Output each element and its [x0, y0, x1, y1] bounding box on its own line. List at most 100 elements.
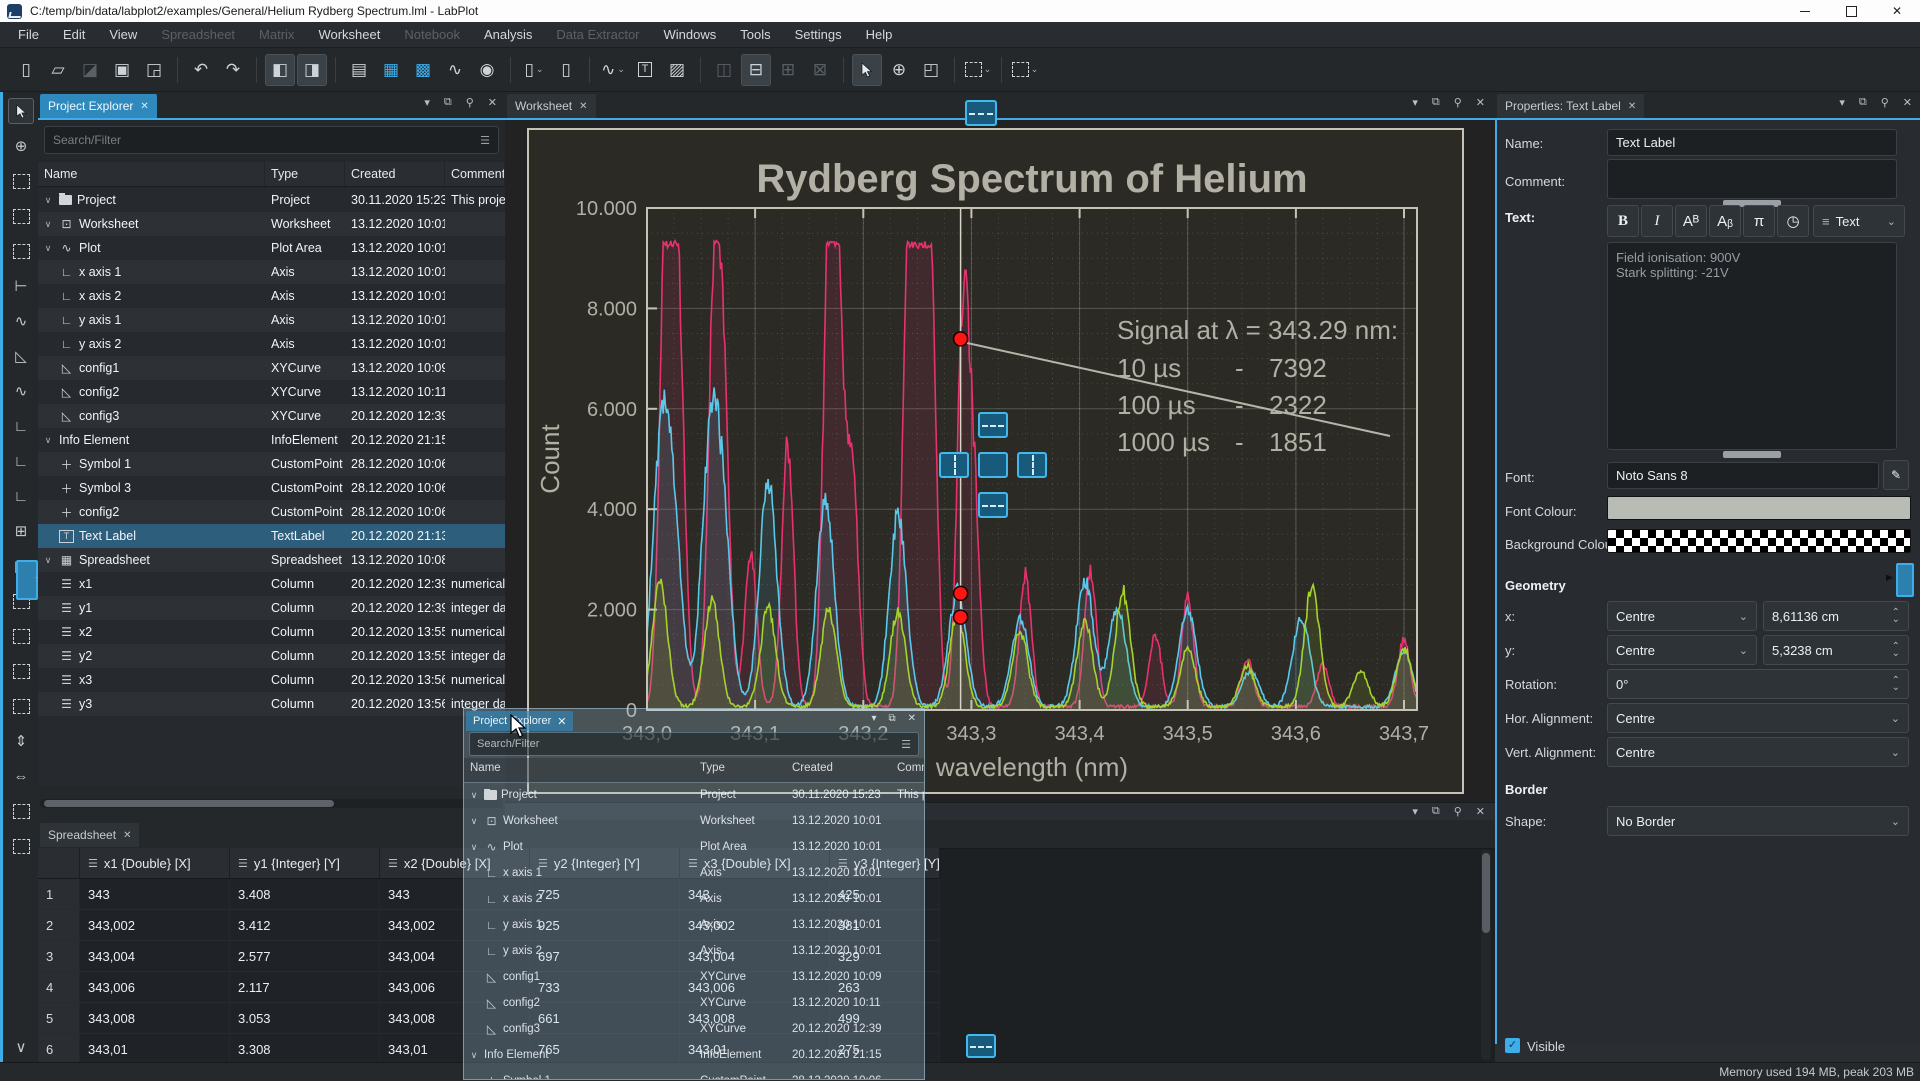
page-handle-top[interactable] [965, 100, 997, 126]
shift-v-icon[interactable]: ⇕ [8, 728, 34, 754]
new-matrix-icon[interactable]: ▩ [408, 54, 438, 86]
tree-row-x-axis-2[interactable]: ∟x axis 2Axis13.12.2020 10:01 [464, 886, 924, 912]
background-colour-swatch[interactable] [1607, 529, 1911, 553]
new-worksheet-icon[interactable]: ▤ [344, 54, 374, 86]
tree-row-plot[interactable]: ∨∿PlotPlot Area13.12.2020 10:01 [464, 834, 924, 860]
fourier-icon[interactable]: ∿ [8, 378, 34, 404]
new-notebook-icon[interactable]: ▯ [551, 54, 581, 86]
curve-fit-icon[interactable]: ◺ [8, 343, 34, 369]
collapse-arrow-icon[interactable]: ▶ [1886, 572, 1893, 583]
cell[interactable]: 2.577 [230, 941, 380, 971]
column-header-created[interactable]: Created [786, 758, 891, 782]
row-number[interactable]: 4 [38, 972, 80, 1002]
selection-handle-top[interactable] [978, 412, 1008, 438]
row-number[interactable]: 6 [38, 1034, 80, 1064]
row-number[interactable]: 5 [38, 1003, 80, 1033]
tree-row-config3[interactable]: ◺config3XYCurve20.12.2020 12:39 [38, 404, 505, 428]
open-project-icon[interactable]: ▱ [43, 54, 73, 86]
horizontal-layout-icon[interactable]: ⊟ [741, 54, 771, 86]
expander-icon[interactable]: ∨ [468, 816, 480, 827]
tree-row-config2[interactable]: ◺config2XYCurve13.12.2020 10:11 [464, 990, 924, 1016]
rotation-spinbox[interactable]: 0° [1607, 669, 1909, 699]
tree-row-symbol-3[interactable]: ＋Symbol 3CustomPoint28.12.2020 10:06 [38, 476, 505, 500]
tree-row-worksheet[interactable]: ∨⊡WorksheetWorksheet13.12.2020 10:01 [38, 212, 505, 236]
menu-view[interactable]: View [97, 22, 149, 47]
cell[interactable]: 3.308 [230, 1034, 380, 1064]
y-offset-spinbox[interactable]: 5,3238 cm [1763, 635, 1909, 665]
x-position-combo[interactable]: Centre [1607, 601, 1757, 631]
zoom-selection-dropdown-icon[interactable]: ⌄ [1031, 64, 1039, 75]
axis-tool-icon[interactable]: ⊢ [8, 273, 34, 299]
add-text-label-icon[interactable]: T [630, 54, 660, 86]
expander-icon[interactable]: ∨ [468, 1050, 480, 1061]
column-header-comment[interactable]: Comment [445, 162, 505, 186]
export-icon[interactable]: ▯⌄ [519, 54, 549, 86]
toggle-properties-icon[interactable]: ◨ [297, 54, 327, 86]
menu-settings[interactable]: Settings [783, 22, 854, 47]
column-header-commen[interactable]: Commen [891, 758, 924, 782]
selection-handle-right[interactable] [1017, 452, 1047, 478]
float-icon[interactable]: ⧉ [888, 713, 895, 724]
new-project-icon[interactable]: ▯ [11, 54, 41, 86]
zoom-x-select-icon[interactable] [8, 203, 34, 229]
comment-field[interactable] [1607, 159, 1897, 199]
cartesian-selection-icon[interactable]: ⌄ [963, 54, 993, 86]
tree-row-y-axis-2[interactable]: ∟y axis 2Axis13.12.2020 10:01 [38, 332, 505, 356]
float-menu-icon[interactable]: ▾ [871, 713, 876, 724]
sheet-column-header[interactable]: ☰y1 {Integer} [Y] [230, 848, 380, 878]
axis-l2-icon[interactable]: ∟ [8, 448, 34, 474]
float-menu-icon[interactable]: ▾ [1412, 805, 1418, 818]
tab-properties-text-label[interactable]: Properties: Text Label✕ [1497, 94, 1644, 118]
border-shape-combo[interactable]: No Border [1607, 806, 1909, 836]
new-spreadsheet-icon[interactable]: ▦ [376, 54, 406, 86]
close-icon[interactable]: ✕ [1476, 96, 1485, 109]
pin-icon[interactable]: ⚲ [1454, 96, 1462, 109]
tree-row-project[interactable]: ∨ProjectProject30.11.2020 15:23This proj… [464, 782, 924, 808]
region-3-icon[interactable] [8, 658, 34, 684]
tree-row-x-axis-1[interactable]: ∟x axis 1Axis13.12.2020 10:01 [38, 260, 505, 284]
cell[interactable]: 3.408 [230, 879, 380, 909]
cell[interactable]: 343 [80, 879, 230, 909]
tree-row-x1[interactable]: ☰x1Column20.12.2020 12:39numerical [38, 572, 505, 596]
pin-icon[interactable]: ⚲ [1881, 96, 1889, 109]
column-header-name[interactable]: Name [464, 758, 694, 782]
cell[interactable]: 343,01 [80, 1034, 230, 1064]
column-header-created[interactable]: Created [345, 162, 445, 186]
more-tools-icon[interactable]: ∨ [8, 1034, 34, 1060]
tree-row-x-axis-1[interactable]: ∟x axis 1Axis13.12.2020 10:01 [464, 860, 924, 886]
selection-handle-center[interactable] [978, 452, 1008, 478]
hor-alignment-combo[interactable]: Centre [1607, 703, 1909, 733]
save-project-icon[interactable]: ◪ [75, 54, 105, 86]
region-2-icon[interactable] [8, 623, 34, 649]
float-icon[interactable]: ⧉ [1859, 96, 1867, 109]
float-menu-icon[interactable]: ▾ [1412, 96, 1418, 109]
grid-layout-icon[interactable]: ⊞ [773, 54, 803, 86]
add-plot-dropdown-icon[interactable]: ⌄ [617, 64, 625, 75]
vert-alignment-combo[interactable]: Centre [1607, 737, 1909, 767]
pin-icon[interactable]: ⚲ [1454, 805, 1462, 818]
cell[interactable]: 343,008 [80, 1003, 230, 1033]
menu-file[interactable]: File [6, 22, 51, 47]
tree-row-y1[interactable]: ☰y1Column20.12.2020 12:39integer da [38, 596, 505, 620]
tree-row-y-axis-1[interactable]: ∟y axis 1Axis13.12.2020 10:01 [38, 308, 505, 332]
float-icon[interactable]: ⧉ [444, 96, 452, 109]
horizontal-scrollbar[interactable] [40, 799, 503, 808]
text-mode-dropdown[interactable]: ≡Text [1813, 205, 1905, 237]
visible-checkbox[interactable]: ✓ [1505, 1038, 1520, 1053]
tree-row-plot[interactable]: ∨∿PlotPlot Area13.12.2020 10:01 [38, 236, 505, 260]
sheet-column-header[interactable]: ☰x1 {Double} [X] [80, 848, 230, 878]
zoom-y-select-icon[interactable] [8, 238, 34, 264]
tree-row-config2[interactable]: ＋config2CustomPoint28.12.2020 10:06 [38, 500, 505, 524]
cell[interactable]: 343,006 [80, 972, 230, 1002]
float-icon[interactable]: ⧉ [1432, 96, 1440, 109]
bold-button[interactable]: B [1607, 205, 1639, 237]
symbol-pi-button[interactable]: π [1743, 205, 1775, 237]
tree-row-symbol-1[interactable]: ＋Symbol 1CustomPoint28.12.2020 10:06 [464, 1068, 924, 1079]
row-number[interactable]: 2 [38, 910, 80, 940]
expander-icon[interactable]: ∨ [42, 555, 54, 566]
font-field[interactable]: Noto Sans 8 [1607, 462, 1879, 489]
zoom-fit-icon[interactable]: ◰ [916, 54, 946, 86]
tree-row-info-element[interactable]: ∨Info ElementInfoElement20.12.2020 21:15 [464, 1042, 924, 1068]
expander-icon[interactable]: ∨ [42, 219, 54, 230]
datetime-button[interactable]: ◷ [1777, 205, 1809, 237]
